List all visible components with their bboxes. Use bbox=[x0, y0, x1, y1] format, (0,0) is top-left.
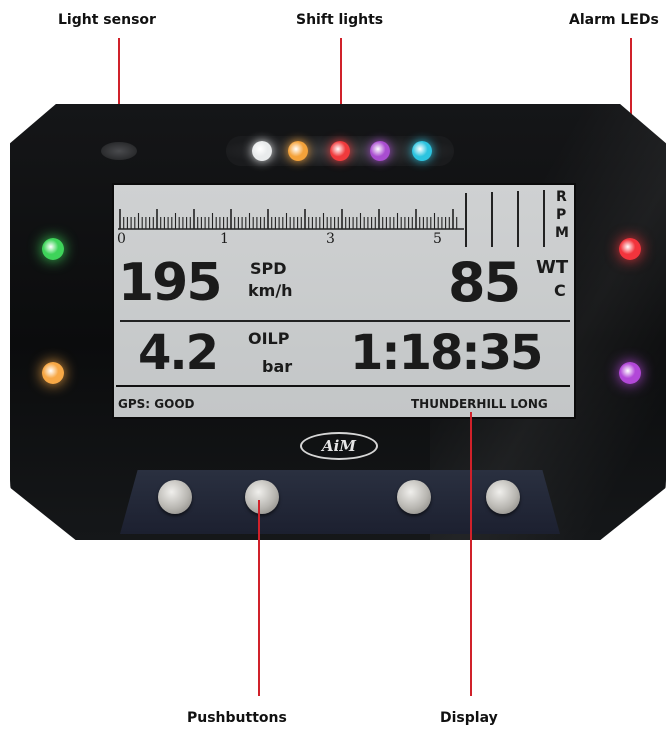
speed-label: SPD bbox=[250, 259, 287, 278]
oil-pressure-unit: bar bbox=[262, 357, 293, 376]
rpm-label-m: M bbox=[555, 225, 569, 241]
callout-pushbuttons: Pushbuttons bbox=[187, 710, 287, 726]
shift-light-4 bbox=[370, 141, 390, 161]
pushbutton-4[interactable] bbox=[486, 480, 520, 514]
alarm-led-left-bottom bbox=[42, 362, 64, 384]
speed-value: 195 bbox=[118, 253, 223, 313]
oil-pressure-value: 4.2 bbox=[138, 325, 219, 381]
leader-pushbuttons bbox=[258, 500, 260, 696]
water-temp-unit: C bbox=[554, 281, 566, 300]
oil-pressure-label: OILP bbox=[248, 329, 290, 348]
rpm-scale-1: 1 bbox=[220, 231, 229, 247]
shift-lights-strip bbox=[226, 136, 454, 166]
rpm-label-r: R bbox=[556, 189, 567, 205]
light-sensor bbox=[101, 142, 137, 160]
speed-unit: km/h bbox=[248, 281, 293, 300]
callout-display: Display bbox=[440, 710, 498, 726]
rpm-label-p: P bbox=[556, 207, 567, 223]
aim-logo: AiM bbox=[300, 432, 378, 460]
lap-time-value: 1:18:35 bbox=[350, 325, 543, 381]
callout-alarm-leds: Alarm LEDs bbox=[569, 12, 659, 28]
shift-light-3 bbox=[330, 141, 350, 161]
water-temp-value: 85 bbox=[448, 251, 521, 314]
callout-shift-lights: Shift lights bbox=[296, 12, 384, 28]
rpm-scale-3: 3 bbox=[326, 231, 335, 247]
pushbutton-3[interactable] bbox=[397, 480, 431, 514]
rpm-scale-5: 5 bbox=[433, 231, 442, 247]
lcd-display: 0 1 3 5 R P M 195 SPD km/h 85 WT C 4.2 O… bbox=[112, 183, 576, 419]
alarm-led-right-top bbox=[619, 238, 641, 260]
pushbutton-2[interactable] bbox=[245, 480, 279, 514]
track-name: THUNDERHILL LONG bbox=[411, 397, 548, 411]
shift-light-1 bbox=[252, 141, 272, 161]
gps-status: GPS: GOOD bbox=[118, 397, 195, 411]
shift-light-5 bbox=[412, 141, 432, 161]
pushbutton-1[interactable] bbox=[158, 480, 192, 514]
shift-light-2 bbox=[288, 141, 308, 161]
callout-light-sensor: Light sensor bbox=[58, 12, 156, 28]
alarm-led-left-top bbox=[42, 238, 64, 260]
leader-display bbox=[470, 412, 472, 696]
alarm-led-right-bottom bbox=[619, 362, 641, 384]
water-temp-label: WT bbox=[536, 257, 569, 278]
rpm-scale-0: 0 bbox=[117, 231, 126, 247]
